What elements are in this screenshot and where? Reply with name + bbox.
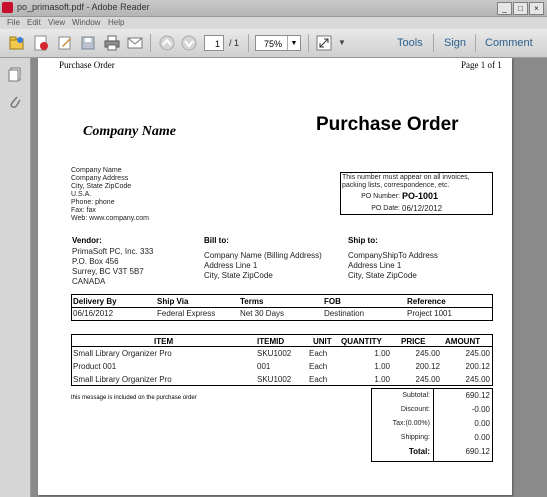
document-title: Purchase Order [316, 114, 459, 135]
zoom-select[interactable]: 75% ▼ [255, 35, 301, 51]
next-page-icon[interactable] [180, 34, 198, 52]
discount-value: -0.00 [471, 405, 490, 414]
sign-button[interactable]: Sign [444, 37, 466, 49]
zoom-value: 75% [264, 39, 283, 49]
page-number-input[interactable]: 1 [204, 35, 224, 51]
attachments-icon[interactable] [7, 94, 23, 110]
navigation-panel [0, 58, 31, 497]
total-value: 690.12 [465, 447, 490, 456]
tax-value: 0.00 [474, 419, 490, 428]
comment-button[interactable]: Comment [485, 37, 533, 49]
toolbar-menu-icon[interactable]: ▼ [337, 34, 347, 52]
company-name-heading: Company Name [83, 124, 176, 139]
items-header-item: ITEM [154, 337, 174, 346]
page-header-title: Purchase Order [59, 60, 115, 70]
items-header-divider [71, 346, 493, 347]
totals-divider [433, 388, 434, 462]
document-scroll-area[interactable] [527, 58, 547, 497]
menu-edit[interactable]: Edit [27, 17, 41, 29]
print-icon[interactable] [103, 34, 121, 52]
terms-ship-via-value: Federal Express [157, 309, 216, 318]
discount-label: Discount: [400, 406, 430, 413]
tools-button[interactable]: Tools [397, 37, 423, 49]
po-notice: This number must appear on all invoices,… [342, 174, 470, 189]
previous-page-icon[interactable] [158, 34, 176, 52]
ship-to-label: Ship to: [348, 236, 378, 245]
shipping-label: Shipping: [400, 434, 430, 441]
toolbar-separator [308, 34, 309, 52]
po-date-label: PO Date: [371, 205, 400, 212]
ship-to-address: CompanyShipTo Address Address Line 1 Cit… [348, 251, 438, 280]
terms-header-reference: Reference [407, 297, 446, 306]
terms-terms-value: Net 30 Days [240, 309, 285, 318]
menu-window[interactable]: Window [72, 17, 100, 29]
subtotal-value: 690.12 [465, 391, 490, 400]
terms-header-fob: FOB [324, 297, 341, 306]
toolbar-separator [475, 34, 476, 52]
toolbar: 1 / 1 75% ▼ ▼ Tools Sign Comment [0, 29, 547, 58]
pdf-page: Purchase Order Page 1 of 1 Company Name … [38, 58, 512, 495]
terms-fob-value: Destination [324, 309, 365, 318]
bill-to-label: Bill to: [204, 236, 229, 245]
total-label: Total: [408, 447, 430, 456]
terms-header-terms: Terms [240, 297, 264, 306]
window-title: po_primasoft.pdf - Adobe Reader [17, 2, 150, 12]
po-number-label: PO Number: [361, 193, 400, 200]
maximize-button[interactable]: □ [513, 2, 528, 15]
fit-page-icon[interactable] [315, 34, 333, 52]
page-header-number: Page 1 of 1 [461, 60, 502, 70]
minimize-button[interactable]: _ [497, 2, 512, 15]
po-date-value: 06/12/2012 [402, 204, 443, 213]
adobe-reader-window: po_primasoft.pdf - Adobe Reader _ □ × Fi… [0, 0, 547, 497]
bill-to-address: Company Name (Billing Address) Address L… [204, 251, 322, 280]
menu-bar: File Edit View Window Help [0, 17, 547, 29]
page-total: / 1 [229, 38, 240, 48]
close-button[interactable]: × [529, 2, 544, 15]
items-header-quantity: QUANTITY [341, 337, 382, 346]
vendor-label: Vendor: [72, 236, 102, 245]
po-number-value: PO-1001 [402, 191, 439, 201]
items-header-unit: UNIT [313, 337, 332, 346]
company-address-block: Company Name Company Address City, State… [71, 167, 149, 222]
toolbar-separator [433, 34, 434, 52]
subtotal-label: Subtotal: [402, 392, 430, 399]
terms-header-ship-via: Ship Via [157, 297, 189, 306]
title-bar: po_primasoft.pdf - Adobe Reader _ □ × [0, 0, 547, 17]
terms-header-delivery: Delivery By [73, 297, 117, 306]
items-header-itemid: ITEMID [257, 337, 285, 346]
adobe-reader-icon [2, 2, 13, 13]
create-pdf-icon[interactable] [32, 34, 50, 52]
order-message: this message is included on the purchase… [71, 395, 197, 401]
items-header-amount: AMOUNT [445, 337, 481, 346]
terms-divider [71, 307, 493, 308]
save-icon[interactable] [79, 34, 97, 52]
items-header-price: PRICE [401, 337, 426, 346]
vendor-address: PrimaSoft PC, Inc. 333 P.O. Box 456 Surr… [72, 247, 154, 286]
shipping-value: 0.00 [474, 433, 490, 442]
terms-reference-value: Project 1001 [407, 309, 452, 318]
page-thumbnails-icon[interactable] [7, 66, 23, 82]
edit-pdf-icon[interactable] [56, 34, 74, 52]
toolbar-separator [248, 34, 249, 52]
email-icon[interactable] [126, 34, 144, 52]
menu-view[interactable]: View [48, 17, 65, 29]
terms-delivery-value: 06/16/2012 [73, 309, 114, 318]
menu-file[interactable]: File [7, 17, 20, 29]
toolbar-separator [150, 34, 151, 52]
open-file-icon[interactable] [8, 34, 26, 52]
menu-help[interactable]: Help [108, 17, 124, 29]
chevron-down-icon[interactable]: ▼ [287, 36, 300, 50]
tax-label: Tax:(0.00%) [392, 420, 430, 427]
